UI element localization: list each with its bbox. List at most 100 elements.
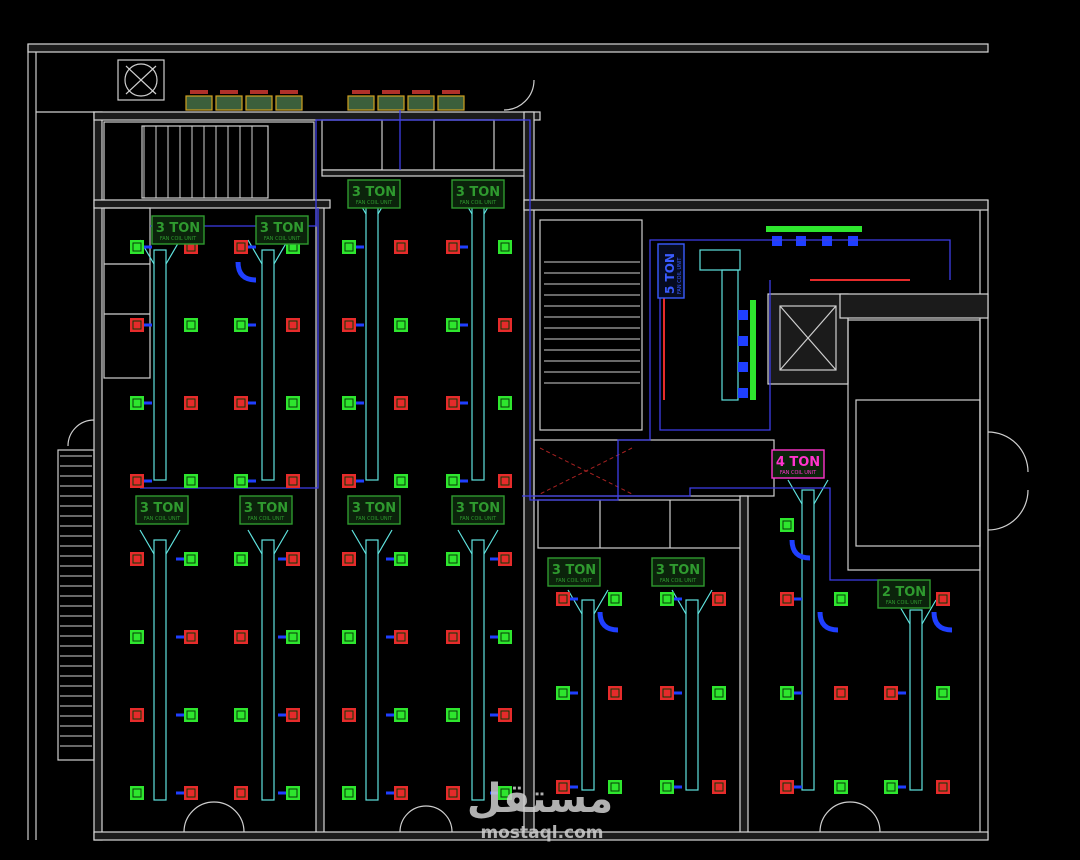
return-grille xyxy=(712,592,726,606)
flex-connector xyxy=(738,310,748,320)
supply-diffuser xyxy=(498,240,512,254)
duct-transition xyxy=(567,589,609,615)
return-grille xyxy=(286,552,300,566)
return-grille xyxy=(234,240,248,254)
stairs xyxy=(57,125,640,761)
stair-outline xyxy=(141,125,269,199)
return-grille xyxy=(130,708,144,722)
supply-diffuser xyxy=(394,708,408,722)
return-grille xyxy=(780,780,794,794)
fcu-capacity: 3 TON xyxy=(456,185,500,200)
fcu-capacity: 3 TON xyxy=(156,221,200,236)
return-grille xyxy=(936,592,950,606)
fcu-capacity: 2 TON xyxy=(882,585,926,600)
return-grille xyxy=(342,318,356,332)
condenser-unit xyxy=(377,95,405,111)
condenser-valve xyxy=(190,90,208,94)
flex-duct-elbow xyxy=(235,261,257,283)
supply-duct-trunk xyxy=(365,199,379,481)
return-grille xyxy=(130,318,144,332)
supply-diffuser xyxy=(234,318,248,332)
watermark-latin: mostaql.com xyxy=(480,823,603,843)
supply-diffuser xyxy=(394,318,408,332)
supply-diffuser xyxy=(130,786,144,800)
supply-diffuser xyxy=(234,708,248,722)
return-grille xyxy=(184,396,198,410)
fcu-type: FAN COIL UNIT xyxy=(660,578,697,584)
fcu-capacity: 3 TON xyxy=(244,501,288,516)
supply-diffuser xyxy=(498,630,512,644)
return-grille xyxy=(660,686,674,700)
fcu-label: 3 TONFAN COIL UNIT xyxy=(547,557,601,587)
return-grille xyxy=(498,474,512,488)
condenser-valve xyxy=(382,90,400,94)
fcu-label: 3 TONFAN COIL UNIT xyxy=(347,495,401,525)
fcu-type: FAN COIL UNIT xyxy=(356,200,393,206)
supply-duct-trunk xyxy=(153,249,167,481)
return-grille xyxy=(394,786,408,800)
flex-connector xyxy=(822,236,832,246)
supply-diffuser xyxy=(446,552,460,566)
supply-diffuser xyxy=(498,396,512,410)
watermark: مستقل mostaql.com xyxy=(467,776,613,843)
condenser-unit xyxy=(215,95,243,111)
supply-duct-trunk xyxy=(581,599,595,791)
fcu-capacity: 3 TON xyxy=(352,185,396,200)
condenser-unit xyxy=(245,95,273,111)
supply-duct-trunk xyxy=(721,269,739,401)
fcu-capacity: 3 TON xyxy=(656,563,700,578)
return-grille xyxy=(608,686,622,700)
supply-duct-trunk xyxy=(471,539,485,801)
fcu-capacity: 3 TON xyxy=(260,221,304,236)
watermark-arabic: مستقل xyxy=(467,776,613,822)
supply-diffuser xyxy=(394,474,408,488)
fcu-label: 3 TONFAN COIL UNIT xyxy=(451,179,505,209)
supply-duct-trunk xyxy=(909,609,923,791)
supply-diffuser xyxy=(286,396,300,410)
supply-duct-trunk xyxy=(365,539,379,801)
return-grille xyxy=(286,474,300,488)
fcu-type: FAN COIL UNIT xyxy=(460,516,497,522)
supply-diffuser xyxy=(834,780,848,794)
supply-diffuser xyxy=(286,786,300,800)
linear-diffuser xyxy=(750,300,756,400)
condenser-unit xyxy=(437,95,465,111)
return-grille xyxy=(394,396,408,410)
condenser-unit xyxy=(407,95,435,111)
fcu-capacity: 5 TON xyxy=(663,253,677,294)
return-grille xyxy=(780,592,794,606)
return-grille xyxy=(286,318,300,332)
condenser-valve xyxy=(352,90,370,94)
fcu-label: 3 TONFAN COIL UNIT xyxy=(347,179,401,209)
supply-diffuser xyxy=(184,318,198,332)
supply-duct-trunk xyxy=(801,489,815,791)
supply-duct-trunk xyxy=(685,599,699,791)
duct-transition xyxy=(671,589,713,615)
fcu-type: FAN COIL UNIT xyxy=(556,578,593,584)
return-grille xyxy=(446,630,460,644)
fcu-label: 3 TONFAN COIL UNIT xyxy=(651,557,705,587)
return-grille xyxy=(342,708,356,722)
fcu-type: FAN COIL UNIT xyxy=(677,257,683,294)
return-grille xyxy=(446,240,460,254)
flex-connector xyxy=(738,362,748,372)
supply-diffuser xyxy=(342,630,356,644)
supply-diffuser xyxy=(834,592,848,606)
supply-diffuser xyxy=(184,474,198,488)
flex-connector xyxy=(796,236,806,246)
supply-ductwork xyxy=(139,189,937,801)
flex-connector xyxy=(738,336,748,346)
fcu-type: FAN COIL UNIT xyxy=(248,516,285,522)
return-grille xyxy=(834,686,848,700)
fcu-type: FAN COIL UNIT xyxy=(886,600,923,606)
condenser-unit xyxy=(185,95,213,111)
fcu-type: FAN COIL UNIT xyxy=(160,236,197,242)
return-grille xyxy=(130,474,144,488)
return-grille xyxy=(184,786,198,800)
flex-duct-elbow xyxy=(931,611,953,633)
return-grille xyxy=(342,474,356,488)
supply-diffuser xyxy=(342,786,356,800)
supply-diffuser xyxy=(712,686,726,700)
return-grille xyxy=(936,780,950,794)
condenser-valve xyxy=(412,90,430,94)
